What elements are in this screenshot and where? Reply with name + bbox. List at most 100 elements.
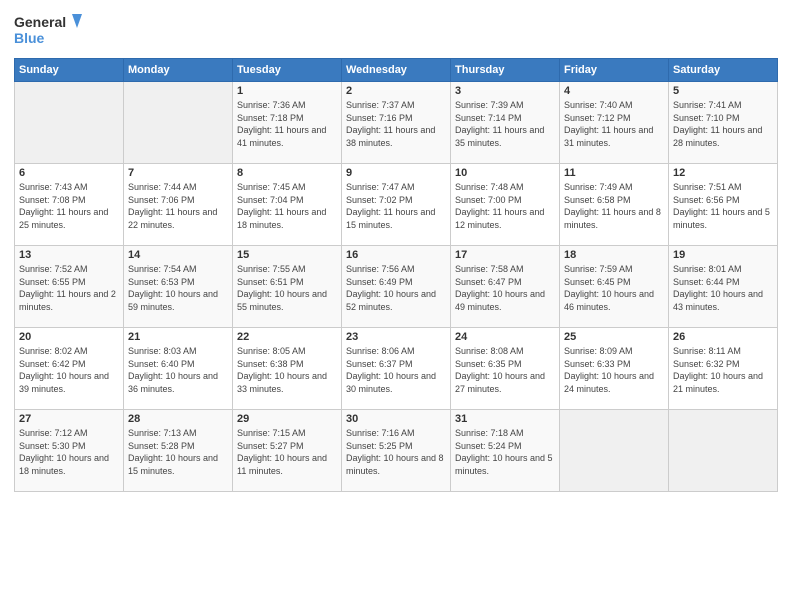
calendar-cell: 20 Sunrise: 8:02 AM Sunset: 6:42 PM Dayli…	[15, 328, 124, 410]
calendar-cell	[560, 410, 669, 492]
calendar-cell: 27 Sunrise: 7:12 AM Sunset: 5:30 PM Dayli…	[15, 410, 124, 492]
calendar-cell: 3 Sunrise: 7:39 AM Sunset: 7:14 PM Daylig…	[451, 82, 560, 164]
day-number: 31	[455, 413, 555, 425]
day-number: 17	[455, 249, 555, 261]
day-info: Sunrise: 8:02 AM Sunset: 6:42 PM Dayligh…	[19, 345, 119, 395]
day-number: 16	[346, 249, 446, 261]
day-number: 26	[673, 331, 773, 343]
day-number: 7	[128, 167, 228, 179]
calendar-cell: 6Sunrise: 7:43 AM Sunset: 7:08 PM Daylig…	[15, 164, 124, 246]
svg-text:Blue: Blue	[14, 30, 45, 46]
day-number: 3	[455, 85, 555, 97]
day-info: Sunrise: 7:58 AM Sunset: 6:47 PM Dayligh…	[455, 263, 555, 313]
calendar-cell: 7 Sunrise: 7:44 AM Sunset: 7:06 PM Daylig…	[124, 164, 233, 246]
day-info: Sunrise: 7:39 AM Sunset: 7:14 PM Dayligh…	[455, 99, 555, 149]
weekday-header-monday: Monday	[124, 59, 233, 82]
day-info: Sunrise: 7:48 AM Sunset: 7:00 PM Dayligh…	[455, 181, 555, 231]
weekday-header-thursday: Thursday	[451, 59, 560, 82]
day-number: 1	[237, 85, 337, 97]
weekday-header-saturday: Saturday	[669, 59, 778, 82]
day-info: Sunrise: 7:36 AM Sunset: 7:18 PM Dayligh…	[237, 99, 337, 149]
calendar-cell: 28Sunrise: 7:13 AM Sunset: 5:28 PM Dayli…	[124, 410, 233, 492]
calendar-cell: 11 Sunrise: 7:49 AM Sunset: 6:58 PM Dayli…	[560, 164, 669, 246]
logo-svg: GeneralBlue	[14, 10, 84, 50]
day-info: Sunrise: 7:52 AM Sunset: 6:55 PM Dayligh…	[19, 263, 119, 313]
day-number: 18	[564, 249, 664, 261]
day-info: Sunrise: 7:13 AM Sunset: 5:28 PM Dayligh…	[128, 427, 228, 477]
week-row-1: 1 Sunrise: 7:36 AM Sunset: 7:18 PM Daylig…	[15, 82, 778, 164]
calendar-cell: 19 Sunrise: 8:01 AM Sunset: 6:44 PM Dayli…	[669, 246, 778, 328]
calendar-cell: 1 Sunrise: 7:36 AM Sunset: 7:18 PM Daylig…	[233, 82, 342, 164]
calendar-table: SundayMondayTuesdayWednesdayThursdayFrid…	[14, 58, 778, 492]
calendar-cell: 4 Sunrise: 7:40 AM Sunset: 7:12 PM Daylig…	[560, 82, 669, 164]
calendar-cell: 17 Sunrise: 7:58 AM Sunset: 6:47 PM Dayli…	[451, 246, 560, 328]
day-info: Sunrise: 7:44 AM Sunset: 7:06 PM Dayligh…	[128, 181, 228, 231]
calendar-cell	[15, 82, 124, 164]
day-number: 10	[455, 167, 555, 179]
calendar-cell: 2 Sunrise: 7:37 AM Sunset: 7:16 PM Daylig…	[342, 82, 451, 164]
calendar-cell: 31Sunrise: 7:18 AM Sunset: 5:24 PM Dayli…	[451, 410, 560, 492]
day-info: Sunrise: 7:56 AM Sunset: 6:49 PM Dayligh…	[346, 263, 446, 313]
day-info: Sunrise: 8:01 AM Sunset: 6:44 PM Dayligh…	[673, 263, 773, 313]
calendar-cell: 9 Sunrise: 7:47 AM Sunset: 7:02 PM Daylig…	[342, 164, 451, 246]
calendar-cell: 13 Sunrise: 7:52 AM Sunset: 6:55 PM Dayli…	[15, 246, 124, 328]
day-info: Sunrise: 7:40 AM Sunset: 7:12 PM Dayligh…	[564, 99, 664, 149]
day-number: 22	[237, 331, 337, 343]
day-number: 13	[19, 249, 119, 261]
day-number: 15	[237, 249, 337, 261]
calendar-cell: 15 Sunrise: 7:55 AM Sunset: 6:51 PM Dayli…	[233, 246, 342, 328]
day-number: 27	[19, 413, 119, 425]
day-number: 20	[19, 331, 119, 343]
week-row-2: 6Sunrise: 7:43 AM Sunset: 7:08 PM Daylig…	[15, 164, 778, 246]
day-info: Sunrise: 8:09 AM Sunset: 6:33 PM Dayligh…	[564, 345, 664, 395]
day-info: Sunrise: 7:54 AM Sunset: 6:53 PM Dayligh…	[128, 263, 228, 313]
day-info: Sunrise: 7:45 AM Sunset: 7:04 PM Dayligh…	[237, 181, 337, 231]
day-number: 25	[564, 331, 664, 343]
day-number: 11	[564, 167, 664, 179]
day-number: 24	[455, 331, 555, 343]
calendar-cell: 18 Sunrise: 7:59 AM Sunset: 6:45 PM Dayli…	[560, 246, 669, 328]
day-info: Sunrise: 7:49 AM Sunset: 6:58 PM Dayligh…	[564, 181, 664, 231]
day-info: Sunrise: 7:37 AM Sunset: 7:16 PM Dayligh…	[346, 99, 446, 149]
weekday-header-tuesday: Tuesday	[233, 59, 342, 82]
day-info: Sunrise: 7:47 AM Sunset: 7:02 PM Dayligh…	[346, 181, 446, 231]
day-number: 29	[237, 413, 337, 425]
day-info: Sunrise: 8:06 AM Sunset: 6:37 PM Dayligh…	[346, 345, 446, 395]
week-row-3: 13 Sunrise: 7:52 AM Sunset: 6:55 PM Dayli…	[15, 246, 778, 328]
day-number: 30	[346, 413, 446, 425]
day-number: 9	[346, 167, 446, 179]
day-info: Sunrise: 8:05 AM Sunset: 6:38 PM Dayligh…	[237, 345, 337, 395]
day-info: Sunrise: 7:41 AM Sunset: 7:10 PM Dayligh…	[673, 99, 773, 149]
calendar-cell: 24Sunrise: 8:08 AM Sunset: 6:35 PM Dayli…	[451, 328, 560, 410]
day-info: Sunrise: 7:59 AM Sunset: 6:45 PM Dayligh…	[564, 263, 664, 313]
weekday-header-wednesday: Wednesday	[342, 59, 451, 82]
day-number: 5	[673, 85, 773, 97]
day-info: Sunrise: 7:15 AM Sunset: 5:27 PM Dayligh…	[237, 427, 337, 477]
day-number: 12	[673, 167, 773, 179]
weekday-header-friday: Friday	[560, 59, 669, 82]
day-number: 2	[346, 85, 446, 97]
calendar-cell: 16 Sunrise: 7:56 AM Sunset: 6:49 PM Dayli…	[342, 246, 451, 328]
day-number: 4	[564, 85, 664, 97]
header: GeneralBlue	[14, 10, 778, 50]
week-row-4: 20 Sunrise: 8:02 AM Sunset: 6:42 PM Dayli…	[15, 328, 778, 410]
day-info: Sunrise: 8:03 AM Sunset: 6:40 PM Dayligh…	[128, 345, 228, 395]
day-info: Sunrise: 8:11 AM Sunset: 6:32 PM Dayligh…	[673, 345, 773, 395]
calendar-cell: 12 Sunrise: 7:51 AM Sunset: 6:56 PM Dayli…	[669, 164, 778, 246]
day-number: 21	[128, 331, 228, 343]
day-info: Sunrise: 7:51 AM Sunset: 6:56 PM Dayligh…	[673, 181, 773, 231]
day-info: Sunrise: 7:12 AM Sunset: 5:30 PM Dayligh…	[19, 427, 119, 477]
day-number: 19	[673, 249, 773, 261]
calendar-cell: 5 Sunrise: 7:41 AM Sunset: 7:10 PM Daylig…	[669, 82, 778, 164]
calendar-cell: 30 Sunrise: 7:16 AM Sunset: 5:25 PM Dayli…	[342, 410, 451, 492]
calendar-cell: 25 Sunrise: 8:09 AM Sunset: 6:33 PM Dayli…	[560, 328, 669, 410]
day-number: 14	[128, 249, 228, 261]
calendar-cell	[124, 82, 233, 164]
week-row-5: 27 Sunrise: 7:12 AM Sunset: 5:30 PM Dayli…	[15, 410, 778, 492]
day-info: Sunrise: 7:55 AM Sunset: 6:51 PM Dayligh…	[237, 263, 337, 313]
day-info: Sunrise: 7:16 AM Sunset: 5:25 PM Dayligh…	[346, 427, 446, 477]
day-number: 23	[346, 331, 446, 343]
calendar-cell: 26 Sunrise: 8:11 AM Sunset: 6:32 PM Dayli…	[669, 328, 778, 410]
day-number: 6	[19, 167, 119, 179]
svg-text:General: General	[14, 14, 66, 30]
